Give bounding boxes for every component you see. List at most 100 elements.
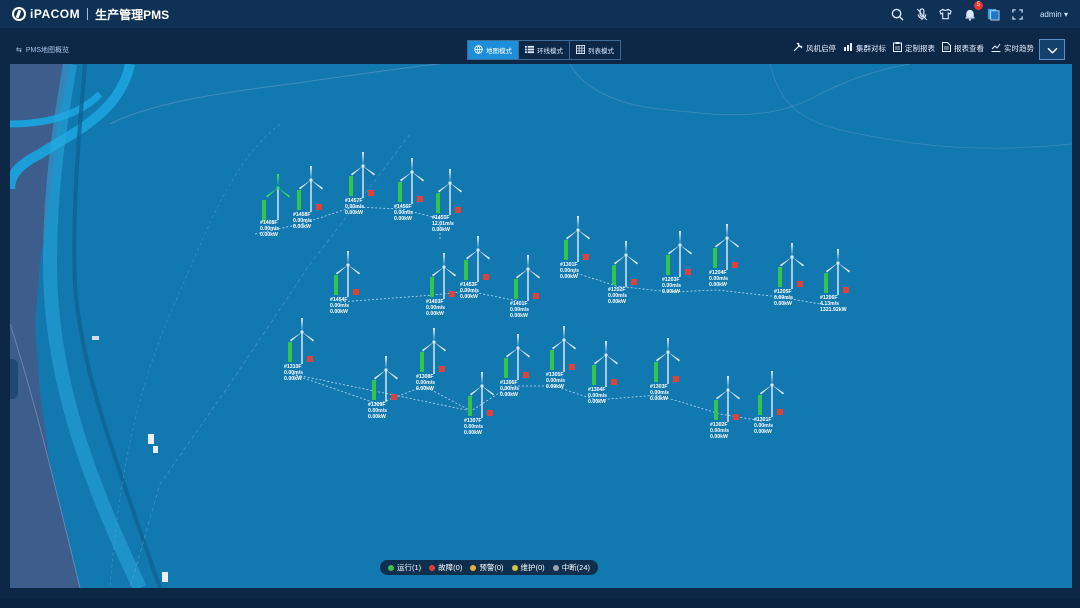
status-flag-icon <box>449 291 455 297</box>
brand-name: iPACOM <box>30 7 81 21</box>
status-flag-icon <box>732 262 738 268</box>
username: admin <box>1039 9 1062 19</box>
turbine-label: #1458F 0.00m/s 0.00kW <box>293 212 312 230</box>
report-view-button[interactable]: 报表查看 <box>942 42 984 54</box>
turbine-power: 0.00kW <box>710 434 728 440</box>
turbine-marker[interactable]: #1401F 0.00m/s 0.00kW <box>508 253 548 323</box>
turbine-marker[interactable]: #1305F 0.00m/s 0.00kW <box>544 324 584 394</box>
turbine-marker[interactable]: #1303F 0.00m/s 0.00kW <box>648 336 688 406</box>
map-background <box>10 64 1072 588</box>
cluster-benchmark-button[interactable]: 集群对标 <box>843 42 886 54</box>
status-flag-icon <box>673 376 679 382</box>
power-bar <box>288 342 292 362</box>
turbine-label: #1304F 0.00m/s 0.00kW <box>588 387 607 405</box>
turbine-power: 0.00kW <box>546 384 564 390</box>
turbine-marker[interactable]: #1454F 0.00m/s 0.00kW <box>328 249 368 319</box>
power-bar <box>464 260 468 280</box>
breadcrumb: ⇆ PMS地图概览 <box>16 45 69 55</box>
turbine-marker[interactable]: #1301F 0.00m/s 0.00kW <box>752 369 792 439</box>
turbine-power: 0.00kW <box>260 232 278 238</box>
turbine-power: 0.00kW <box>774 301 792 307</box>
logo-icon <box>12 7 26 21</box>
power-bar <box>430 277 434 297</box>
brand[interactable]: iPACOM 生产管理PMS <box>12 6 169 23</box>
status-flag-icon <box>417 196 423 202</box>
status-flag-icon <box>439 366 445 372</box>
turbine-marker[interactable]: #1205F 0.00m/s 0.00kW <box>772 241 812 311</box>
maintenance-dot-icon <box>511 564 518 571</box>
turbine-marker[interactable]: #1455F 12.01m/s 0.00kW <box>430 167 470 237</box>
grid-icon <box>576 44 585 56</box>
turbine-marker[interactable]: #1203F 0.00m/s 0.00kW <box>660 229 700 299</box>
power-bar <box>550 350 554 370</box>
shirt-icon[interactable] <box>938 6 954 22</box>
legend-maintenance[interactable]: 维护(0) <box>511 562 545 573</box>
expand-toggle-button[interactable] <box>1039 39 1065 60</box>
turbine-marker[interactable]: #1453F 0.00m/s 0.00kW <box>458 234 498 304</box>
turbine-marker[interactable]: #1204F 0.00m/s 0.00kW <box>707 222 747 292</box>
turbine-marker[interactable]: #1206F 4.13m/s 1321.92kW <box>818 247 858 317</box>
legend-fault[interactable]: 故障(0) <box>429 562 462 573</box>
loop-mode-button[interactable]: 环线模式 <box>519 41 570 59</box>
turbine-marker[interactable]: #1302F 0.00m/s 0.00kW <box>708 374 748 444</box>
power-bar <box>592 365 596 385</box>
side-panel-handle[interactable] <box>10 359 18 399</box>
status-flag-icon <box>843 287 849 293</box>
turbine-marker[interactable]: #1304F 0.00m/s 0.00kW <box>586 339 626 409</box>
turbine-marker[interactable]: #1306F 0.00m/s 0.00kW <box>498 332 538 402</box>
turbine-power: 0.00kW <box>662 289 680 295</box>
map-mode-button[interactable]: 地图模式 <box>468 41 519 59</box>
power-bar <box>612 265 616 285</box>
user-menu[interactable]: admin ▾ <box>1040 10 1068 19</box>
top-icons: 5 admin ▾ <box>890 0 1068 28</box>
realtime-trend-button[interactable]: 实时趋势 <box>991 42 1034 54</box>
turbine-label: #1204F 0.00m/s 0.00kW <box>709 270 728 288</box>
legend-running[interactable]: 运行(1) <box>388 562 421 573</box>
turbine-marker[interactable]: #1457F 0.00m/s 0.00kW <box>343 150 383 220</box>
list-icon <box>525 45 534 56</box>
turbine-marker[interactable]: #1456F 0.00m/s 0.00kW <box>392 156 432 226</box>
turbine-marker[interactable]: #1309F 0.00m/s 0.00kW <box>366 354 406 424</box>
power-bar <box>666 255 670 275</box>
list-mode-button[interactable]: 列表模式 <box>570 41 620 59</box>
notification-bell-icon[interactable]: 5 <box>962 1 983 22</box>
status-flag-icon <box>569 364 575 370</box>
power-bar <box>349 176 353 196</box>
legend-maintenance-label: 维护(0) <box>520 563 545 572</box>
menu-toggle-icon[interactable]: ⇆ <box>16 46 22 54</box>
turbine-label: #1202F 0.00m/s 0.00kW <box>608 287 627 305</box>
document-switch-icon[interactable] <box>986 6 1002 22</box>
turbine-marker[interactable]: #1307F 0.00m/s 0.00kW <box>462 370 502 440</box>
turbine-label: #1206F 4.13m/s 1321.92kW <box>820 295 847 313</box>
turbine-label: #1310F 0.00m/s 0.00kW <box>284 364 303 382</box>
status-flag-icon <box>631 279 637 285</box>
toolbar: ⇆ PMS地图概览 地图模式 环线模式 列表模式 风机启停 集群对标 定制报表 … <box>0 36 1080 64</box>
turbine-label: #1307F 0.00m/s 0.00kW <box>464 418 483 436</box>
status-flag-icon <box>533 293 539 299</box>
custom-report-button[interactable]: 定制报表 <box>893 42 935 54</box>
legend-interrupted[interactable]: 中断(24) <box>552 562 590 573</box>
turbine-power: 0.00kW <box>345 210 363 216</box>
legend-warning[interactable]: 预警(0) <box>470 562 504 573</box>
turbine-power: 0.00kW <box>608 299 626 305</box>
turbine-marker[interactable]: #1458F 0.00m/s 0.00kW <box>291 164 331 234</box>
turbine-marker[interactable]: #1310F 0.00m/s 0.00kW <box>282 316 322 386</box>
microphone-icon[interactable] <box>914 6 930 22</box>
turbine-power: 0.00kW <box>416 386 434 392</box>
turbine-start-stop-button[interactable]: 风机启停 <box>793 42 836 54</box>
turbine-label: #1454F 0.00m/s 0.00kW <box>330 297 349 315</box>
power-bar <box>334 275 338 295</box>
trend-icon <box>991 42 1001 54</box>
turbine-label: #1203F 0.00m/s 0.00kW <box>662 277 681 295</box>
turbine-marker[interactable]: #1301F 0.00m/s 0.00kW <box>558 214 598 284</box>
search-icon[interactable] <box>890 6 906 22</box>
turbine-label: #1455F 12.01m/s 0.00kW <box>432 215 454 233</box>
fullscreen-icon[interactable] <box>1010 6 1026 22</box>
power-bar <box>714 400 718 420</box>
chevron-down-icon <box>1046 41 1058 59</box>
globe-icon <box>474 44 483 56</box>
turbine-marker[interactable]: #1308F 0.00m/s 0.00kW <box>414 326 454 396</box>
warning-dot-icon <box>470 564 477 571</box>
turbine-marker[interactable]: #1202F 0.00m/s 0.00kW <box>606 239 646 309</box>
wind-farm-map[interactable]: #1408F 0.00m/s 0.00kW #1458F 0.00m/s 0.00kW … <box>10 64 1072 588</box>
